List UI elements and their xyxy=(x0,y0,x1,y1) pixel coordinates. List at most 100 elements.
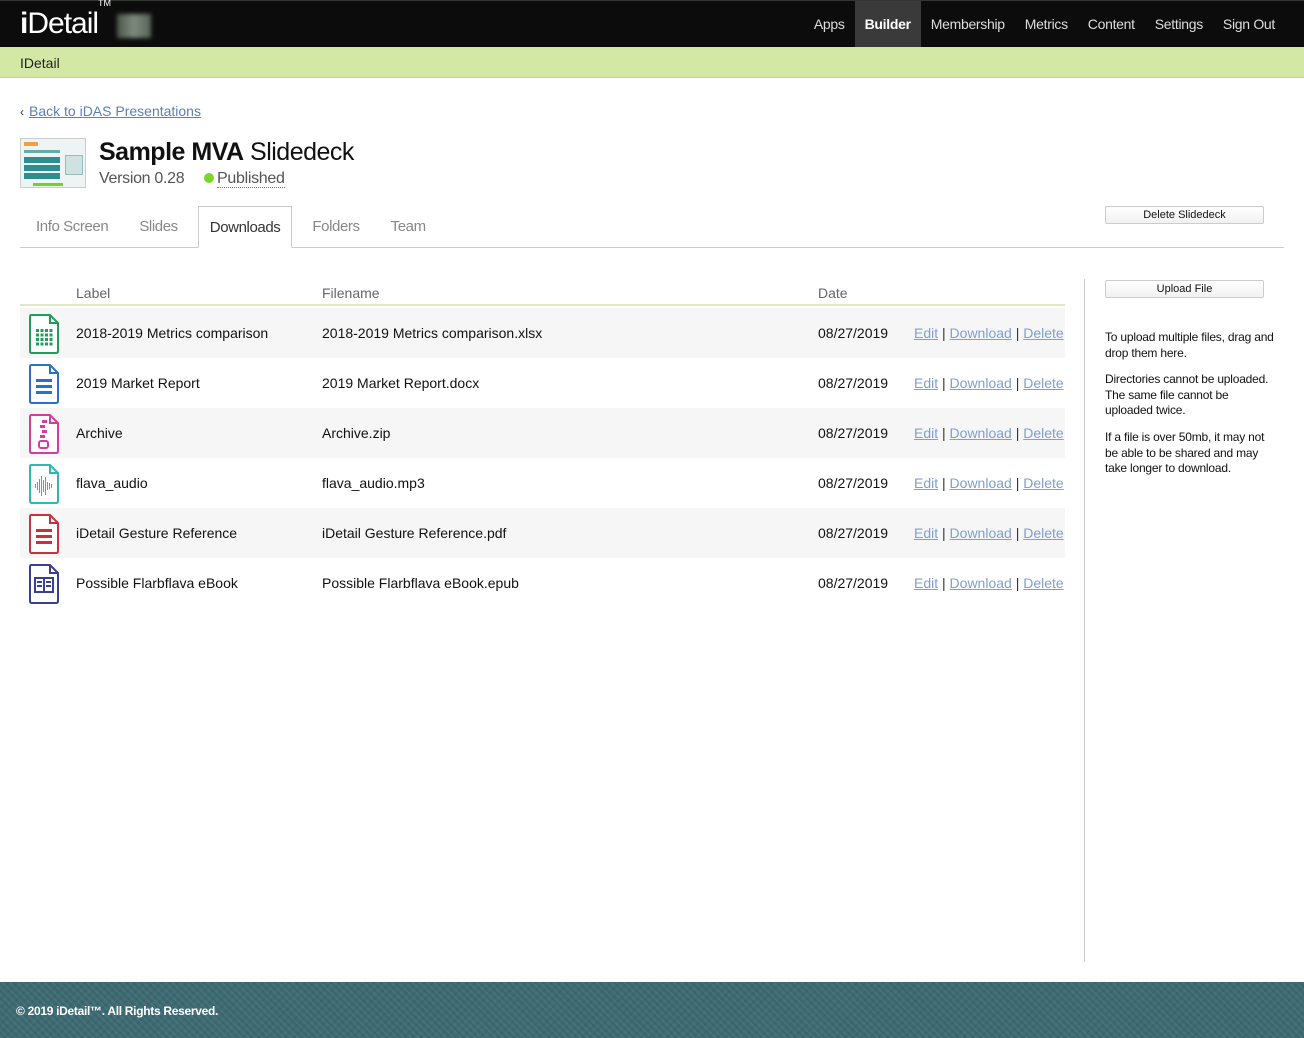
row-filename: Possible Flarbflava eBook.epub xyxy=(322,575,519,591)
table-row: 2019 Market Report 2019 Market Report.doc… xyxy=(20,358,1065,408)
nav-settings[interactable]: Settings xyxy=(1145,1,1213,48)
table-row: Archive Archive.zip 08/27/2019 Edit | Downl… xyxy=(20,408,1065,458)
tab-team[interactable]: Team xyxy=(380,206,437,247)
action-separator: | xyxy=(942,375,946,391)
row-actions: Edit | Download | Delete xyxy=(914,325,1064,341)
tab-bar: Info Screen Slides Downloads Folders Tea… xyxy=(20,206,446,248)
sub-header-bar: IDetail xyxy=(0,47,1304,78)
row-filename: Archive.zip xyxy=(322,425,391,441)
row-label: Archive xyxy=(76,425,123,441)
upload-file-button[interactable]: Upload File xyxy=(1105,280,1264,298)
table-row: Possible Flarbflava eBook Possible Flarbf… xyxy=(20,558,1065,608)
edit-link[interactable]: Edit xyxy=(914,525,938,541)
nav-sign-out[interactable]: Sign Out xyxy=(1213,1,1285,48)
row-date: 08/27/2019 xyxy=(818,425,889,441)
download-link[interactable]: Download xyxy=(950,475,1012,491)
action-separator: | xyxy=(942,575,946,591)
document-file-icon xyxy=(28,364,60,404)
delete-slidedeck-button[interactable]: Delete Slidedeck xyxy=(1105,206,1264,224)
edit-link[interactable]: Edit xyxy=(914,475,938,491)
row-date: 08/27/2019 xyxy=(818,325,889,341)
delete-link[interactable]: Delete xyxy=(1023,525,1063,541)
nav-apps[interactable]: Apps xyxy=(804,1,855,48)
idetail-logo[interactable]: iDetailTM xyxy=(20,0,111,41)
action-separator: | xyxy=(1015,475,1020,491)
action-separator: | xyxy=(1015,425,1020,441)
copyright-text: © 2019 iDetail™. All Rights Reserved. xyxy=(16,1004,219,1018)
action-separator: | xyxy=(942,325,946,341)
table-row: flava_audio flava_audio.mp3 08/27/2019 Edit… xyxy=(20,458,1065,508)
row-label: 2019 Market Report xyxy=(76,375,200,391)
row-date: 08/27/2019 xyxy=(818,525,889,541)
back-to-presentations-link[interactable]: Back to iDAS Presentations xyxy=(29,103,201,119)
table-row: 2018-2019 Metrics comparison 2018-2019 Me… xyxy=(20,308,1065,358)
table-row: iDetail Gesture Reference iDetail Gesture… xyxy=(20,508,1065,558)
delete-link[interactable]: Delete xyxy=(1023,425,1063,441)
row-date: 08/27/2019 xyxy=(818,575,889,591)
delete-link[interactable]: Delete xyxy=(1023,475,1063,491)
title-bold: Sample MVA xyxy=(99,138,244,166)
row-filename: 2018-2019 Metrics comparison.xlsx xyxy=(322,325,543,341)
row-label: iDetail Gesture Reference xyxy=(76,525,238,541)
nav-content[interactable]: Content xyxy=(1078,1,1145,48)
delete-link[interactable]: Delete xyxy=(1023,575,1063,591)
row-actions: Edit | Download | Delete xyxy=(914,575,1064,591)
edit-link[interactable]: Edit xyxy=(914,375,938,391)
spreadsheet-file-icon xyxy=(28,314,60,354)
download-link[interactable]: Download xyxy=(950,325,1012,341)
row-date: 08/27/2019 xyxy=(818,475,889,491)
logo-mark-icon xyxy=(117,14,151,38)
edit-link[interactable]: Edit xyxy=(914,325,938,341)
tab-folders[interactable]: Folders xyxy=(301,206,370,247)
main-nav: Apps Builder Membership Metrics Content … xyxy=(804,1,1285,48)
pdf-file-icon xyxy=(28,514,60,554)
downloads-table-header: Label Filename Date xyxy=(20,280,1065,306)
row-label: flava_audio xyxy=(76,475,148,491)
ebook-file-icon xyxy=(28,564,60,604)
download-link[interactable]: Download xyxy=(950,375,1012,391)
edit-link[interactable]: Edit xyxy=(914,575,938,591)
delete-link[interactable]: Delete xyxy=(1023,375,1063,391)
row-filename: 2019 Market Report.docx xyxy=(322,375,480,391)
download-link[interactable]: Download xyxy=(950,575,1012,591)
column-header-date: Date xyxy=(818,285,848,301)
row-label: 2018-2019 Metrics comparison xyxy=(76,325,269,341)
row-actions: Edit | Download | Delete xyxy=(914,425,1064,441)
title-rest: Slidedeck xyxy=(243,138,354,166)
zip-file-icon xyxy=(28,414,60,454)
audio-file-icon xyxy=(28,464,60,504)
download-link[interactable]: Download xyxy=(950,525,1012,541)
action-separator: | xyxy=(1015,575,1020,591)
download-link[interactable]: Download xyxy=(950,425,1012,441)
chevron-left-icon: ‹ xyxy=(20,105,24,119)
tab-info-screen[interactable]: Info Screen xyxy=(20,206,119,247)
action-separator: | xyxy=(942,425,946,441)
nav-metrics[interactable]: Metrics xyxy=(1015,1,1078,48)
status-dot-icon xyxy=(204,173,214,183)
edit-link[interactable]: Edit xyxy=(914,425,938,441)
version-label: Version 0.28 xyxy=(99,170,185,187)
delete-link[interactable]: Delete xyxy=(1023,325,1063,341)
tab-slides[interactable]: Slides xyxy=(128,206,188,247)
row-label: Possible Flarbflava eBook xyxy=(76,575,238,591)
sub-header-label: IDetail xyxy=(20,55,60,71)
footer: © 2019 iDetail™. All Rights Reserved. xyxy=(0,982,1304,1038)
status-text: Published xyxy=(217,170,285,188)
help-text-directories: Directories cannot be uploaded. The same… xyxy=(1105,372,1269,417)
action-separator: | xyxy=(1015,375,1020,391)
action-separator: | xyxy=(942,475,946,491)
top-navigation-bar: iDetailTM Apps Builder Membership Metric… xyxy=(0,0,1304,48)
row-filename: iDetail Gesture Reference.pdf xyxy=(322,525,507,541)
nav-builder[interactable]: Builder xyxy=(854,1,921,48)
sidebar-divider xyxy=(1084,279,1085,962)
tab-downloads[interactable]: Downloads xyxy=(197,206,293,248)
column-header-label: Label xyxy=(76,285,111,301)
row-actions: Edit | Download | Delete xyxy=(914,475,1064,491)
help-text-drag-drop: To upload multiple files, drag and drop … xyxy=(1105,330,1274,360)
column-header-filename: Filename xyxy=(322,285,380,301)
nav-membership[interactable]: Membership xyxy=(921,1,1015,48)
status-badge[interactable]: Published xyxy=(204,170,285,188)
row-filename: flava_audio.mp3 xyxy=(322,475,425,491)
page-title: Sample MVA Slidedeck xyxy=(99,138,354,167)
row-actions: Edit | Download | Delete xyxy=(914,525,1064,541)
